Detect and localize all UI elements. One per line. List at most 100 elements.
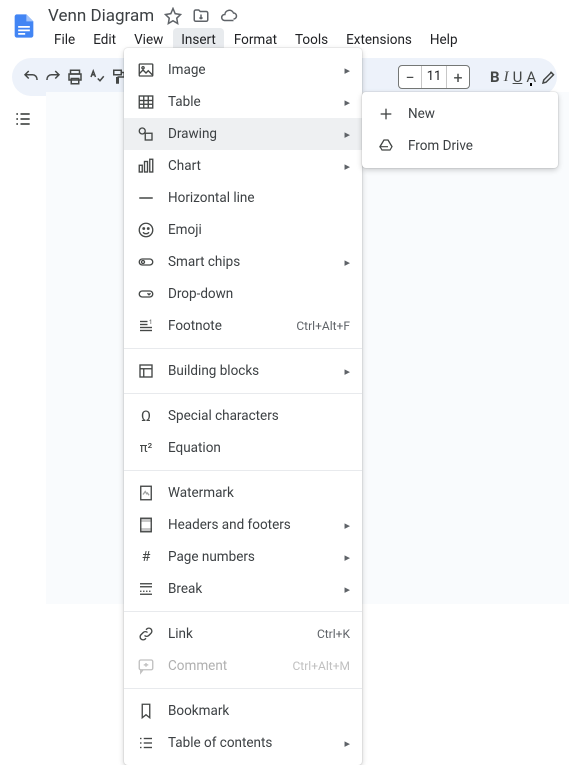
comment-icon [136,657,156,675]
menu-label: Break [168,581,338,597]
footnote-icon: 1 [136,317,156,335]
menu-label: Page numbers [168,549,338,565]
insert-smart-chips[interactable]: Smart chips ▸ [124,246,362,278]
building-blocks-icon [136,362,156,380]
insert-emoji[interactable]: Emoji [124,214,362,246]
headers-footers-icon [136,516,156,534]
toc-icon [136,734,156,752]
font-size-value[interactable]: 11 [421,66,447,88]
plus-icon [376,106,396,122]
horizontal-line-icon [136,189,156,207]
omega-icon: Ω [136,407,156,425]
menu-label: Drop-down [168,286,350,302]
menu-label: Emoji [168,222,350,238]
text-color-label: A [526,68,536,86]
submenu-arrow-icon: ▸ [344,64,350,77]
image-icon [136,61,156,79]
table-icon [136,93,156,111]
equation-icon: π² [136,441,156,456]
docs-logo[interactable] [8,6,40,46]
text-color-button[interactable]: A [526,65,536,89]
separator [124,348,362,349]
separator [124,688,362,689]
left-sidebar [0,92,46,604]
print-button[interactable] [66,64,84,90]
insert-image[interactable]: Image ▸ [124,54,362,86]
drawing-icon [136,125,156,143]
font-size-increase[interactable]: + [447,66,469,88]
insert-equation[interactable]: π² Equation [124,432,362,464]
smart-chips-icon [136,253,156,271]
menu-label: Building blocks [168,363,338,379]
emoji-icon [136,221,156,239]
insert-toc[interactable]: Table of contents ▸ [124,727,362,759]
submenu-arrow-icon: ▸ [344,551,350,564]
insert-page-numbers[interactable]: # Page numbers ▸ [124,541,362,573]
insert-dropdown: Image ▸ Table ▸ Drawing ▸ Chart ▸ Horizo… [124,48,362,765]
submenu-arrow-icon: ▸ [344,737,350,750]
menu-label: Drawing [168,126,338,142]
redo-button[interactable] [44,64,62,90]
menu-label: Equation [168,440,350,456]
bold-button[interactable]: B [490,65,500,89]
bookmark-icon [136,702,156,720]
page-numbers-icon: # [136,549,156,565]
break-icon [136,580,156,598]
drawing-from-drive[interactable]: From Drive [362,130,558,162]
menu-label: Comment [168,658,293,674]
move-folder-icon[interactable] [192,7,210,25]
menu-label: Smart chips [168,254,338,270]
menu-label: Link [168,626,317,642]
undo-button[interactable] [22,64,40,90]
menu-label: Chart [168,158,338,174]
insert-link[interactable]: Link Ctrl+K [124,618,362,650]
submenu-arrow-icon: ▸ [344,256,350,269]
watermark-icon [136,484,156,502]
insert-building-blocks[interactable]: Building blocks ▸ [124,355,362,387]
insert-drawing[interactable]: Drawing ▸ [124,118,362,150]
submenu-label: New [408,106,435,122]
insert-table[interactable]: Table ▸ [124,86,362,118]
menu-label: Watermark [168,485,350,501]
insert-special-characters[interactable]: Ω Special characters [124,400,362,432]
underline-button[interactable]: U [513,65,523,89]
outline-toggle[interactable] [10,106,36,132]
drive-icon [376,138,396,154]
highlight-button[interactable] [540,65,558,89]
insert-comment: Comment Ctrl+Alt+M [124,650,362,682]
separator [124,611,362,612]
menu-label: Footnote [168,318,296,334]
menu-file[interactable]: File [46,28,83,52]
submenu-label: From Drive [408,138,473,154]
menu-label: Bookmark [168,703,350,719]
submenu-arrow-icon: ▸ [344,583,350,596]
submenu-arrow-icon: ▸ [344,365,350,378]
insert-dropdown-chip[interactable]: Drop-down [124,278,362,310]
insert-chart[interactable]: Chart ▸ [124,150,362,182]
menu-label: Table [168,94,338,110]
insert-horizontal-line[interactable]: Horizontal line [124,182,362,214]
cloud-status-icon[interactable] [220,7,238,25]
link-icon [136,625,156,643]
insert-headers-footers[interactable]: Headers and footers ▸ [124,509,362,541]
drawing-new[interactable]: New [362,98,558,130]
insert-bookmark[interactable]: Bookmark [124,695,362,727]
submenu-arrow-icon: ▸ [344,96,350,109]
svg-text:1: 1 [149,319,152,326]
menu-label: Table of contents [168,735,338,751]
spellcheck-button[interactable] [88,64,106,90]
submenu-arrow-icon: ▸ [344,160,350,173]
font-size-control: − 11 + [398,65,470,89]
menu-edit[interactable]: Edit [85,28,124,52]
separator [124,393,362,394]
shortcut: Ctrl+K [317,627,350,641]
menu-label: Headers and footers [168,517,338,533]
document-title[interactable]: Venn Diagram [48,6,154,26]
insert-break[interactable]: Break ▸ [124,573,362,605]
font-size-decrease[interactable]: − [399,66,421,88]
star-icon[interactable] [164,7,182,25]
italic-button[interactable]: I [504,65,509,89]
insert-footnote[interactable]: 1 Footnote Ctrl+Alt+F [124,310,362,342]
insert-watermark[interactable]: Watermark [124,477,362,509]
menu-help[interactable]: Help [422,28,466,52]
